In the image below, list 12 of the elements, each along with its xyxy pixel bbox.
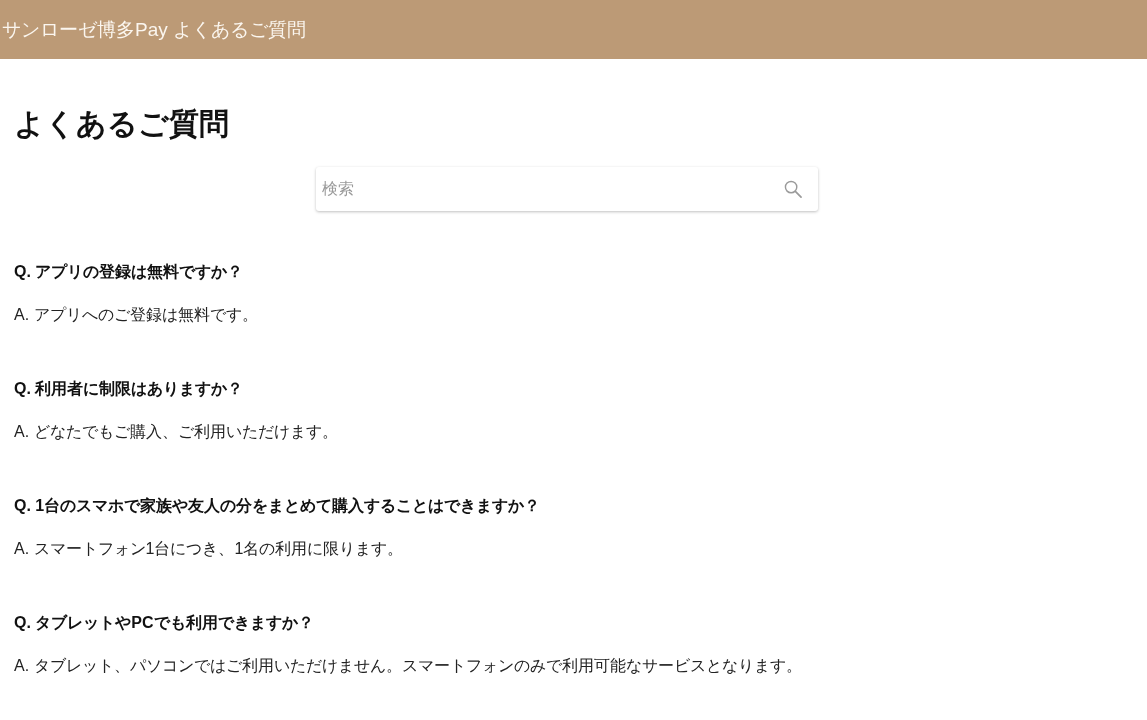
faq-question: Q. アプリの登録は無料ですか？ — [14, 262, 244, 282]
faq-question: Q. 利用者に制限はありますか？ — [14, 379, 244, 399]
faq-question: Q. タブレットやPCでも利用できますか？ — [14, 613, 314, 633]
header-title: サンローゼ博多Pay よくあるご質問 — [2, 20, 307, 39]
search-field[interactable]: 検索 — [316, 167, 818, 211]
faq-answer: A. アプリへのご登録は無料です。 — [14, 305, 258, 325]
faq-answer: A. スマートフォン1台につき、1名の利用に限ります。 — [14, 539, 404, 559]
faq-answer: A. タブレット、パソコンではご利用いただけません。スマートフォンのみで利用可能なサービスとなります。 — [14, 656, 802, 676]
search-icon[interactable] — [784, 180, 802, 198]
page-heading: よくあるご質問 — [14, 106, 229, 142]
faq-question: Q. 1台のスマホで家族や友人の分をまとめて購入することはできますか？ — [14, 496, 541, 516]
faq-answer: A. どなたでもご購入、ご利用いただけます。 — [14, 422, 338, 442]
